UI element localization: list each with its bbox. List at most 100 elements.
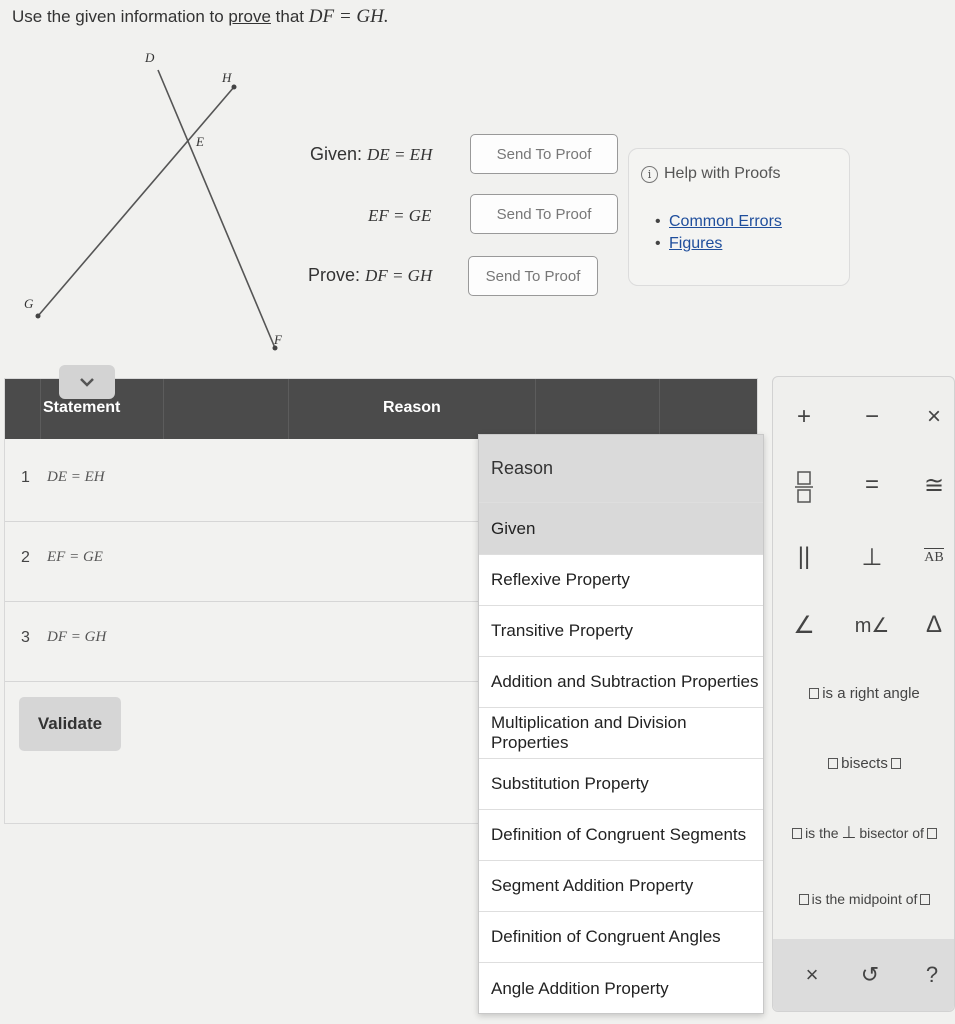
reason-option-congruent-segments[interactable]: Definition of Congruent Segments — [479, 810, 763, 861]
point-label-f: F — [273, 332, 283, 347]
point-label-h: H — [221, 70, 232, 85]
instruction-equation: DF = GH. — [308, 6, 389, 27]
common-errors-link[interactable]: Common Errors — [669, 213, 782, 230]
midpoint-text: is the midpoint of — [811, 891, 918, 907]
bisects-template-button[interactable]: bisects — [773, 743, 955, 783]
clear-icon[interactable]: × — [787, 955, 837, 995]
geometry-diagram: D H E G F — [24, 50, 283, 351]
segment-symbol-button[interactable]: AB — [909, 537, 955, 577]
prove-label: Prove: — [308, 265, 361, 285]
send-to-proof-button-3[interactable]: Send To Proof — [468, 256, 598, 296]
prove-statement: Prove: DF = GH — [308, 265, 432, 286]
times-symbol-button[interactable]: × — [909, 397, 955, 437]
info-icon: i — [641, 165, 658, 183]
midpoint-template-button[interactable]: is the midpoint of — [773, 879, 955, 919]
reason-option-angle-addition[interactable]: Angle Addition Property — [479, 963, 763, 1014]
given-2-expression: EF = GE — [368, 206, 432, 225]
equals-symbol-button[interactable]: = — [847, 465, 897, 505]
placeholder-box-icon — [798, 893, 809, 905]
statement-header: Statement — [43, 399, 121, 416]
reason-option-reflexive[interactable]: Reflexive Property — [479, 555, 763, 606]
validate-button[interactable]: Validate — [19, 697, 121, 751]
reason-dropdown[interactable]: Reason Given Reflexive Property Transiti… — [478, 434, 764, 1014]
congruent-symbol-button[interactable]: ≅ — [909, 465, 955, 505]
given-2: EF = GE — [368, 205, 431, 226]
header-divider — [535, 379, 536, 439]
bisects-text: bisects — [841, 754, 888, 772]
reason-option-substitution[interactable]: Substitution Property — [479, 759, 763, 810]
angle-symbol-button[interactable]: ∠ — [779, 605, 829, 645]
instruction-prefix: Use the given information to — [12, 7, 224, 26]
perp-bisector-text-b: bisector of — [859, 825, 924, 841]
parallel-symbol-button[interactable]: || — [779, 537, 829, 577]
placeholder-box-icon — [828, 757, 839, 769]
perpendicular-icon: ⊥ — [841, 823, 857, 842]
segment-symbol-label: AB — [924, 548, 944, 565]
help-panel: i Help with Proofs Common Errors Figures — [628, 148, 850, 286]
angle-measure-symbol-button[interactable]: m∠ — [847, 605, 897, 645]
row-statement[interactable]: DF = GH — [47, 629, 106, 646]
instruction: Use the given information to prove that … — [12, 6, 389, 28]
help-link-item: Common Errors — [655, 211, 782, 233]
send-to-proof-button-2[interactable]: Send To Proof — [470, 194, 618, 234]
placeholder-box-icon — [809, 687, 820, 699]
point-h-dot — [231, 84, 237, 90]
figures-link[interactable]: Figures — [669, 235, 722, 252]
perp-bisector-text-a: is the — [805, 825, 839, 841]
plus-symbol-button[interactable]: + — [779, 397, 829, 437]
reason-option-congruent-angles[interactable]: Definition of Congruent Angles — [479, 912, 763, 963]
help-title[interactable]: i Help with Proofs — [641, 165, 781, 183]
given-1-expression: DE = EH — [367, 145, 433, 164]
minus-symbol-button[interactable]: − — [847, 397, 897, 437]
placeholder-box-icon — [890, 757, 901, 769]
reason-option-transitive[interactable]: Transitive Property — [479, 606, 763, 657]
prove-link[interactable]: prove — [228, 7, 271, 26]
right-angle-text: is a right angle — [822, 684, 920, 702]
point-label-d: D — [144, 50, 155, 65]
row-number: 2 — [21, 549, 30, 566]
header-divider — [40, 379, 41, 439]
triangle-symbol-button[interactable]: Δ — [909, 605, 955, 645]
given-1: Given: DE = EH — [310, 144, 432, 165]
point-g-dot — [35, 313, 41, 319]
row-number: 1 — [21, 469, 30, 486]
reason-option-multiplication-division[interactable]: Multiplication and Division Properties — [479, 708, 763, 759]
placeholder-box-icon — [926, 827, 937, 839]
symbol-palette: + − × = ≅ || ⊥ AB ∠ m∠ Δ is a right angl… — [772, 376, 955, 1012]
segment-df — [157, 69, 276, 349]
fraction-icon — [795, 471, 813, 503]
segment-hg — [37, 86, 235, 317]
send-to-proof-button-1[interactable]: Send To Proof — [470, 134, 618, 174]
row-statement[interactable]: DE = EH — [47, 469, 105, 486]
prove-expression: DF = GH — [365, 266, 433, 285]
given-label: Given: — [310, 144, 363, 164]
fraction-symbol-button[interactable] — [779, 467, 829, 507]
row-number: 3 — [21, 629, 30, 646]
help-links: Common Errors Figures — [655, 211, 782, 255]
collapse-toggle[interactable] — [59, 365, 115, 399]
right-angle-template-button[interactable]: is a right angle — [773, 673, 955, 713]
perpendicular-bisector-template-button[interactable]: is the ⊥ bisector of — [773, 813, 955, 853]
row-statement[interactable]: EF = GE — [47, 549, 103, 566]
reason-menu-header: Reason — [479, 435, 763, 503]
reason-option-addition-subtraction[interactable]: Addition and Subtraction Properties — [479, 657, 763, 708]
undo-icon[interactable]: ↺ — [845, 955, 895, 995]
point-label-g: G — [24, 296, 34, 311]
header-divider — [288, 379, 289, 439]
placeholder-box-icon — [792, 827, 803, 839]
perpendicular-symbol-button[interactable]: ⊥ — [847, 537, 897, 577]
header-divider — [659, 379, 660, 439]
reason-option-segment-addition[interactable]: Segment Addition Property — [479, 861, 763, 912]
table-header: Statement Reason — [5, 379, 757, 439]
instruction-middle: that — [275, 7, 305, 26]
help-title-text: Help with Proofs — [664, 165, 781, 182]
help-link-item: Figures — [655, 233, 782, 255]
point-label-e: E — [195, 134, 204, 149]
placeholder-box-icon — [920, 893, 931, 905]
reason-option-given[interactable]: Given — [479, 503, 763, 555]
help-question-icon[interactable]: ? — [907, 955, 955, 995]
palette-footer: × ↺ ? — [773, 939, 954, 1011]
header-divider — [163, 379, 164, 439]
reason-header: Reason — [383, 399, 441, 416]
chevron-down-icon — [80, 378, 94, 387]
